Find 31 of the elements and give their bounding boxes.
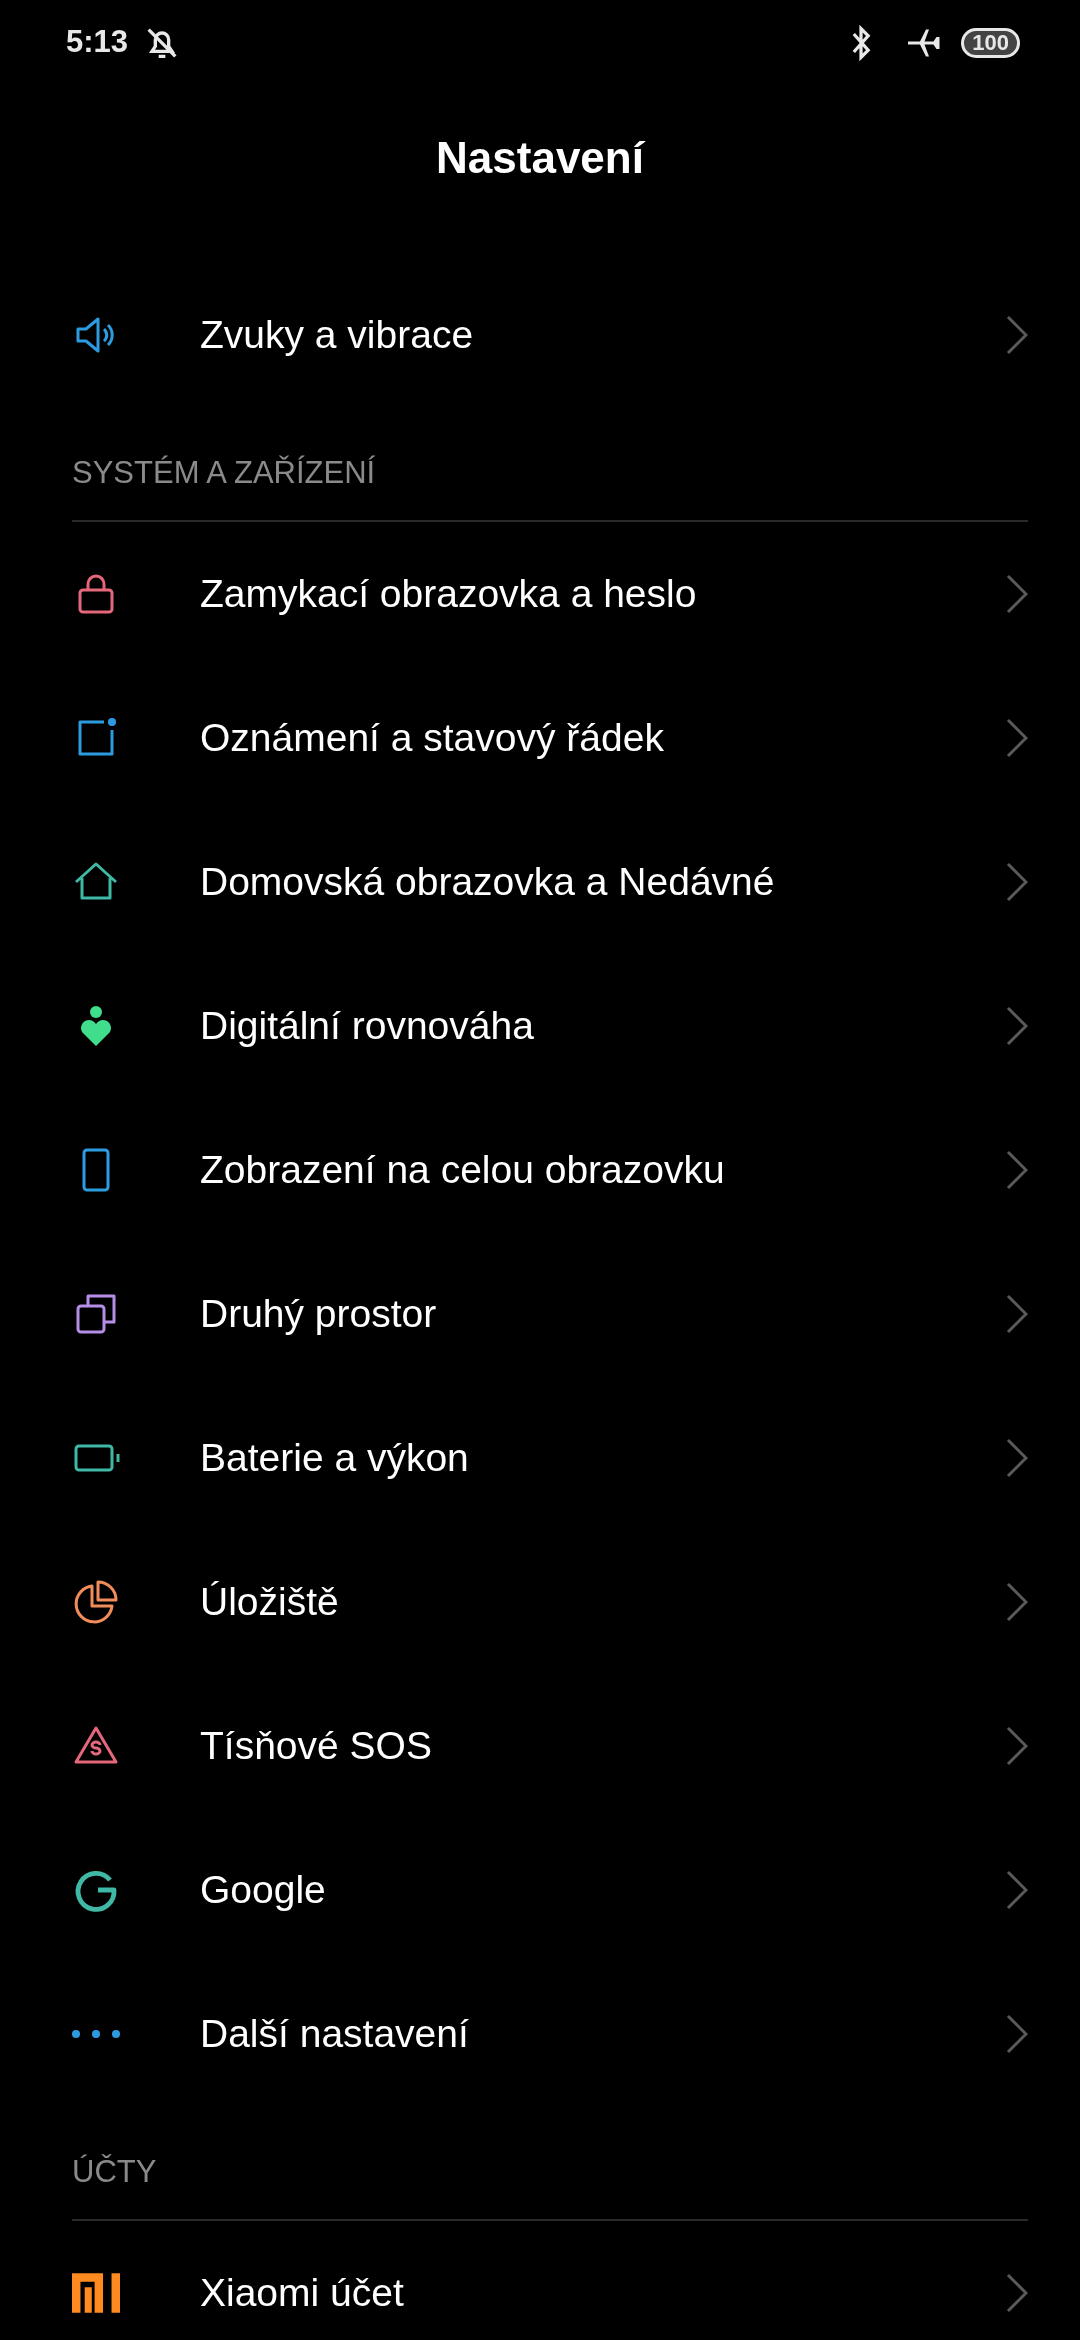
page-title: Nastavení	[436, 132, 644, 184]
chevron-right-icon	[1006, 718, 1028, 758]
chevron-right-icon	[1006, 862, 1028, 902]
section-header: SYSTÉM A ZAŘÍZENÍ	[72, 453, 376, 492]
settings-item[interactable]: Zvuky a vibrace	[0, 263, 1080, 407]
chevron-right-icon	[1006, 2014, 1028, 2054]
settings-item[interactable]: Xiaomi účet	[0, 2221, 1080, 2340]
clock: 5:13	[66, 23, 129, 62]
settings-item[interactable]: Oznámení a stavový řádek	[0, 666, 1080, 810]
settings-item[interactable]: Zobrazení na celou obrazovku	[0, 1098, 1080, 1242]
chevron-right-icon	[1006, 1294, 1028, 1334]
battery-indicator: 100	[961, 27, 1020, 58]
settings-item[interactable]: Digitální rovnováha	[0, 954, 1080, 1098]
chevron-right-icon	[1006, 1726, 1028, 1766]
chevron-right-icon	[1006, 315, 1028, 355]
chevron-right-icon	[1006, 1006, 1028, 1046]
chevron-right-icon	[1006, 1870, 1028, 1910]
settings-item[interactable]: Baterie a výkon	[0, 1386, 1080, 1530]
settings-item[interactable]: Domovská obrazovka a Nedávné	[0, 810, 1080, 954]
chevron-right-icon	[1006, 1582, 1028, 1622]
chevron-right-icon	[1006, 574, 1028, 614]
settings-item[interactable]: Úložiště	[0, 1530, 1080, 1674]
chevron-right-icon	[1006, 2273, 1028, 2313]
settings-item[interactable]: Zamykací obrazovka a heslo	[0, 522, 1080, 666]
section-header: ÚČTY	[72, 2152, 157, 2191]
settings-item[interactable]: Další nastavení	[0, 1962, 1080, 2106]
chevron-right-icon	[1006, 1150, 1028, 1190]
settings-item[interactable]: Google	[0, 1818, 1080, 1962]
chevron-right-icon	[1006, 1438, 1028, 1478]
settings-item[interactable]: Druhý prostor	[0, 1242, 1080, 1386]
settings-item[interactable]: Tísňové SOS	[0, 1674, 1080, 1818]
